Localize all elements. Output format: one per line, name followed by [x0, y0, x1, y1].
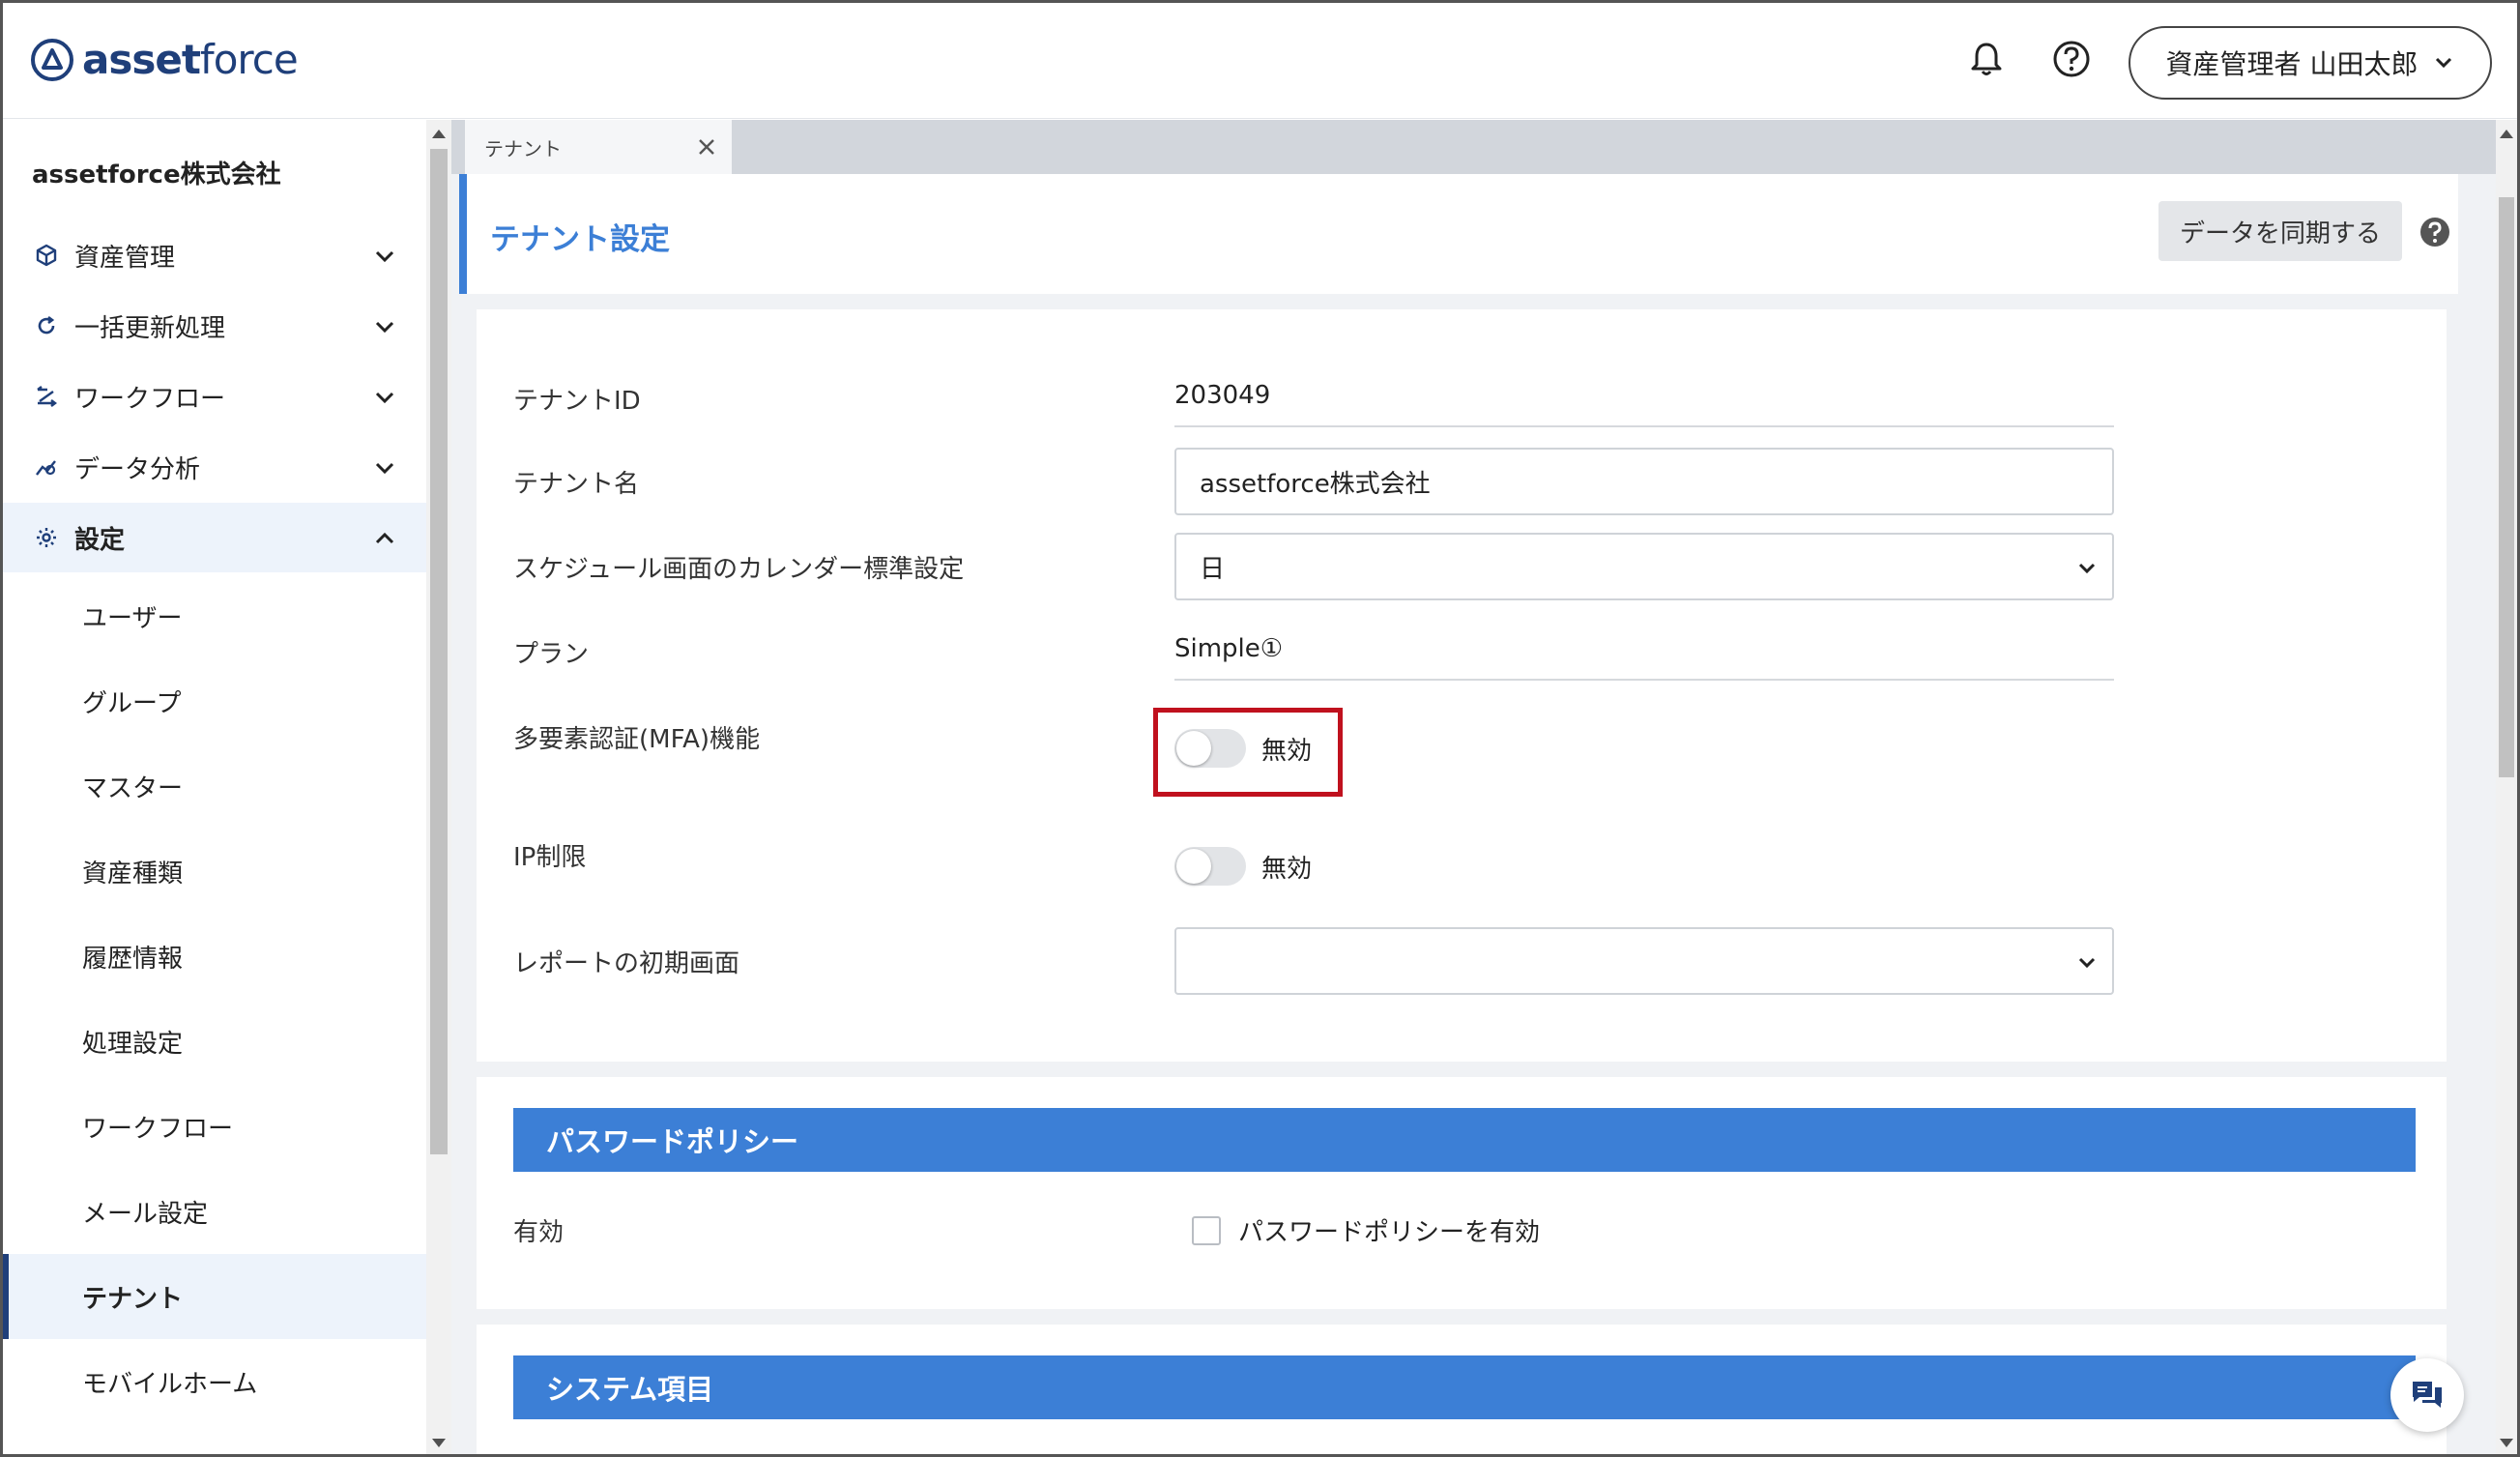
- tenant-name-input[interactable]: assetforce株式会社: [1174, 448, 2114, 515]
- chevron-down-icon: [375, 462, 394, 475]
- chevron-up-icon: [375, 532, 394, 544]
- sidebar-scrollbar[interactable]: [426, 120, 451, 1454]
- mfa-label: 多要素認証(MFA)機能: [513, 725, 761, 754]
- password-policy-checkbox[interactable]: [1192, 1215, 1221, 1245]
- sidebar-item-groups[interactable]: グループ: [3, 658, 426, 743]
- refresh-icon: [34, 313, 59, 338]
- plan-value: Simple①: [1174, 634, 1284, 663]
- scroll-up-arrow-icon[interactable]: [432, 130, 446, 138]
- system-items-card: システム項目: [477, 1325, 2447, 1454]
- company-name: assetforce株式会社: [32, 160, 281, 189]
- divider: [1174, 679, 2114, 681]
- tenant-settings-card: テナントID 203049 テナント名 assetforce株式会社 スケジュー…: [477, 309, 2447, 1062]
- user-menu-button[interactable]: 資産管理者 山田太郎: [2129, 26, 2492, 100]
- sidebar: assetforce株式会社 資産管理 一括更新処理 ワークフロー データ分析 …: [3, 120, 426, 1454]
- tenant-name-value: assetforce株式会社: [1200, 469, 1431, 499]
- sidebar-group-bulk-update[interactable]: 一括更新処理: [3, 291, 426, 361]
- chat-button[interactable]: [2390, 1358, 2464, 1432]
- calendar-default-select[interactable]: 日: [1174, 533, 2114, 600]
- sidebar-item-mail-settings[interactable]: メール設定: [3, 1169, 426, 1254]
- tab-label: テナント: [484, 136, 562, 160]
- cube-icon: [34, 243, 59, 268]
- scrollbar-thumb[interactable]: [2499, 197, 2514, 777]
- tab-tenant[interactable]: テナント: [465, 120, 732, 174]
- password-policy-header: パスワードポリシー: [513, 1108, 2416, 1172]
- sidebar-group-data-analysis[interactable]: データ分析: [3, 432, 426, 502]
- page-title: テナント設定: [490, 222, 670, 257]
- calendar-default-value: 日: [1200, 554, 1226, 584]
- notification-bell-icon[interactable]: [1965, 38, 2008, 80]
- app-window: assetforce 資産管理者 山田太郎 assetforce株式会社 資産管…: [0, 0, 2520, 1457]
- sidebar-item-tenant[interactable]: テナント: [3, 1254, 426, 1339]
- sync-data-button[interactable]: データを同期する: [2158, 201, 2402, 261]
- workflow-icon: [34, 384, 59, 409]
- scrollbar-thumb[interactable]: [430, 149, 448, 1154]
- page-header: テナント設定 データを同期する: [459, 174, 2458, 294]
- password-policy-card: パスワードポリシー 有効 パスワードポリシーを有効: [477, 1077, 2447, 1309]
- password-policy-checkbox-group: パスワードポリシーを有効: [1192, 1212, 1540, 1248]
- tenant-id-label: テナントID: [513, 387, 641, 416]
- sidebar-group-label: ワークフロー: [74, 384, 226, 414]
- sidebar-group-asset-management[interactable]: 資産管理: [3, 220, 426, 290]
- user-name: 資産管理者 山田太郎: [2165, 48, 2419, 80]
- password-policy-enabled-label: 有効: [513, 1218, 565, 1247]
- sidebar-item-asset-types[interactable]: 資産種類: [3, 829, 426, 914]
- sidebar-item-mobile-home[interactable]: モバイルホーム: [3, 1339, 426, 1424]
- sidebar-group-label: データ分析: [74, 454, 201, 484]
- sidebar-group-workflow[interactable]: ワークフロー: [3, 362, 426, 431]
- sidebar-item-users[interactable]: ユーザー: [3, 573, 426, 658]
- system-items-header: システム項目: [513, 1355, 2416, 1419]
- report-initial-select[interactable]: [1174, 927, 2114, 995]
- top-header: assetforce 資産管理者 山田太郎: [3, 3, 2517, 119]
- sidebar-group-label: 一括更新処理: [74, 313, 226, 343]
- toggle-knob: [1176, 849, 1211, 884]
- sidebar-item-history[interactable]: 履歴情報: [3, 914, 426, 999]
- chevron-down-icon: [375, 321, 394, 334]
- logo-text: assetforce: [82, 36, 299, 83]
- analytics-icon: [34, 454, 59, 480]
- scroll-down-arrow-icon[interactable]: [2500, 1439, 2513, 1447]
- ip-restriction-state: 無効: [1261, 854, 1313, 884]
- scroll-up-arrow-icon[interactable]: [2500, 130, 2513, 138]
- ip-restriction-toggle[interactable]: [1174, 847, 1246, 886]
- sidebar-item-master[interactable]: マスター: [3, 743, 426, 829]
- scroll-down-arrow-icon[interactable]: [432, 1439, 446, 1447]
- chevron-down-icon: [2078, 957, 2096, 969]
- gear-icon: [34, 525, 59, 550]
- help-circle-icon[interactable]: [2419, 217, 2450, 248]
- tab-bar: テナント: [451, 120, 2496, 174]
- sidebar-item-process-settings[interactable]: 処理設定: [3, 999, 426, 1084]
- chevron-down-icon: [2436, 57, 2452, 69]
- ip-restriction-label: IP制限: [513, 843, 587, 872]
- main-content: テナント テナント設定 データを同期する テナントID 203049 テナント名…: [451, 120, 2496, 1454]
- chevron-down-icon: [2078, 563, 2096, 574]
- tenant-name-label: テナント名: [513, 470, 640, 499]
- password-policy-checkbox-label: パスワードポリシーを有効: [1238, 1218, 1541, 1247]
- sidebar-group-label: 設定: [74, 525, 126, 555]
- highlight-box: [1153, 708, 1343, 797]
- sidebar-group-settings[interactable]: 設定: [3, 503, 426, 572]
- calendar-default-label: スケジュール画面のカレンダー標準設定: [513, 555, 965, 584]
- chevron-down-icon: [375, 250, 394, 263]
- chevron-down-icon: [375, 392, 394, 404]
- chat-icon: [2413, 1382, 2442, 1408]
- ip-restriction-toggle-group: 無効: [1174, 847, 1312, 886]
- plan-label: プラン: [513, 640, 590, 669]
- main-scrollbar[interactable]: [2496, 120, 2517, 1454]
- tenant-id-value: 203049: [1174, 381, 1271, 410]
- report-initial-label: レポートの初期画面: [513, 949, 740, 978]
- close-icon[interactable]: [695, 135, 718, 159]
- sidebar-item-workflow[interactable]: ワークフロー: [3, 1084, 426, 1169]
- sidebar-group-label: 資産管理: [74, 243, 176, 273]
- divider: [1174, 425, 2114, 427]
- logo[interactable]: assetforce: [30, 36, 299, 83]
- logo-mark-icon: [31, 38, 73, 81]
- help-icon[interactable]: [2050, 38, 2093, 80]
